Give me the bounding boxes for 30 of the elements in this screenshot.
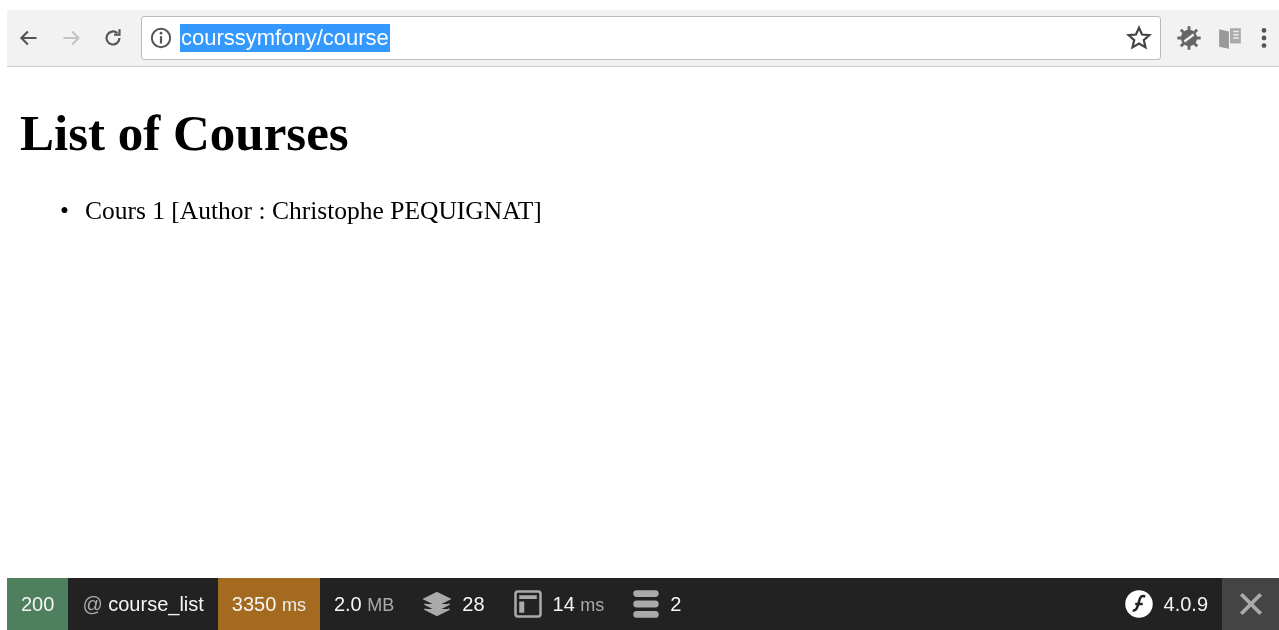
- close-icon: [1237, 591, 1264, 617]
- route-value: @ course_list: [82, 592, 204, 616]
- time-panel[interactable]: 3350 ms: [217, 578, 320, 630]
- star-icon[interactable]: [1126, 25, 1152, 51]
- memory-value: 2.0 MB: [333, 592, 395, 616]
- url-text: courssymfony/course: [180, 24, 390, 52]
- layout-icon: [512, 589, 543, 619]
- bullet: •: [60, 195, 69, 227]
- forms-value: 28: [462, 592, 485, 616]
- memory-panel[interactable]: 2.0 MB: [319, 578, 409, 630]
- twig-value: 14 ms: [552, 592, 605, 616]
- status-panel[interactable]: 200: [7, 578, 69, 630]
- version-panel[interactable]: 4.0.9: [1109, 578, 1222, 630]
- db-value: 2: [670, 592, 682, 616]
- status-value: 200: [21, 592, 55, 616]
- database-icon: [632, 589, 661, 619]
- page-heading: List of Courses: [20, 104, 350, 163]
- logo-icon: [1123, 589, 1154, 619]
- time-value: 3350 ms: [231, 592, 306, 616]
- db-panel[interactable]: 2: [618, 578, 696, 630]
- layers-icon: [422, 589, 453, 619]
- close-button[interactable]: [1222, 578, 1279, 630]
- version-text: 4.0.9: [1163, 592, 1208, 616]
- info-icon: [150, 27, 172, 49]
- forms-panel[interactable]: 28: [408, 578, 499, 630]
- route-panel[interactable]: @ course_list: [68, 578, 218, 630]
- extension-icon[interactable]: [1217, 25, 1243, 51]
- course-item: Cours 1 [Author : Christophe PEQUIGNAT]: [84, 195, 542, 227]
- twig-panel[interactable]: 14 ms: [498, 578, 619, 630]
- bug-icon[interactable]: [1175, 24, 1203, 52]
